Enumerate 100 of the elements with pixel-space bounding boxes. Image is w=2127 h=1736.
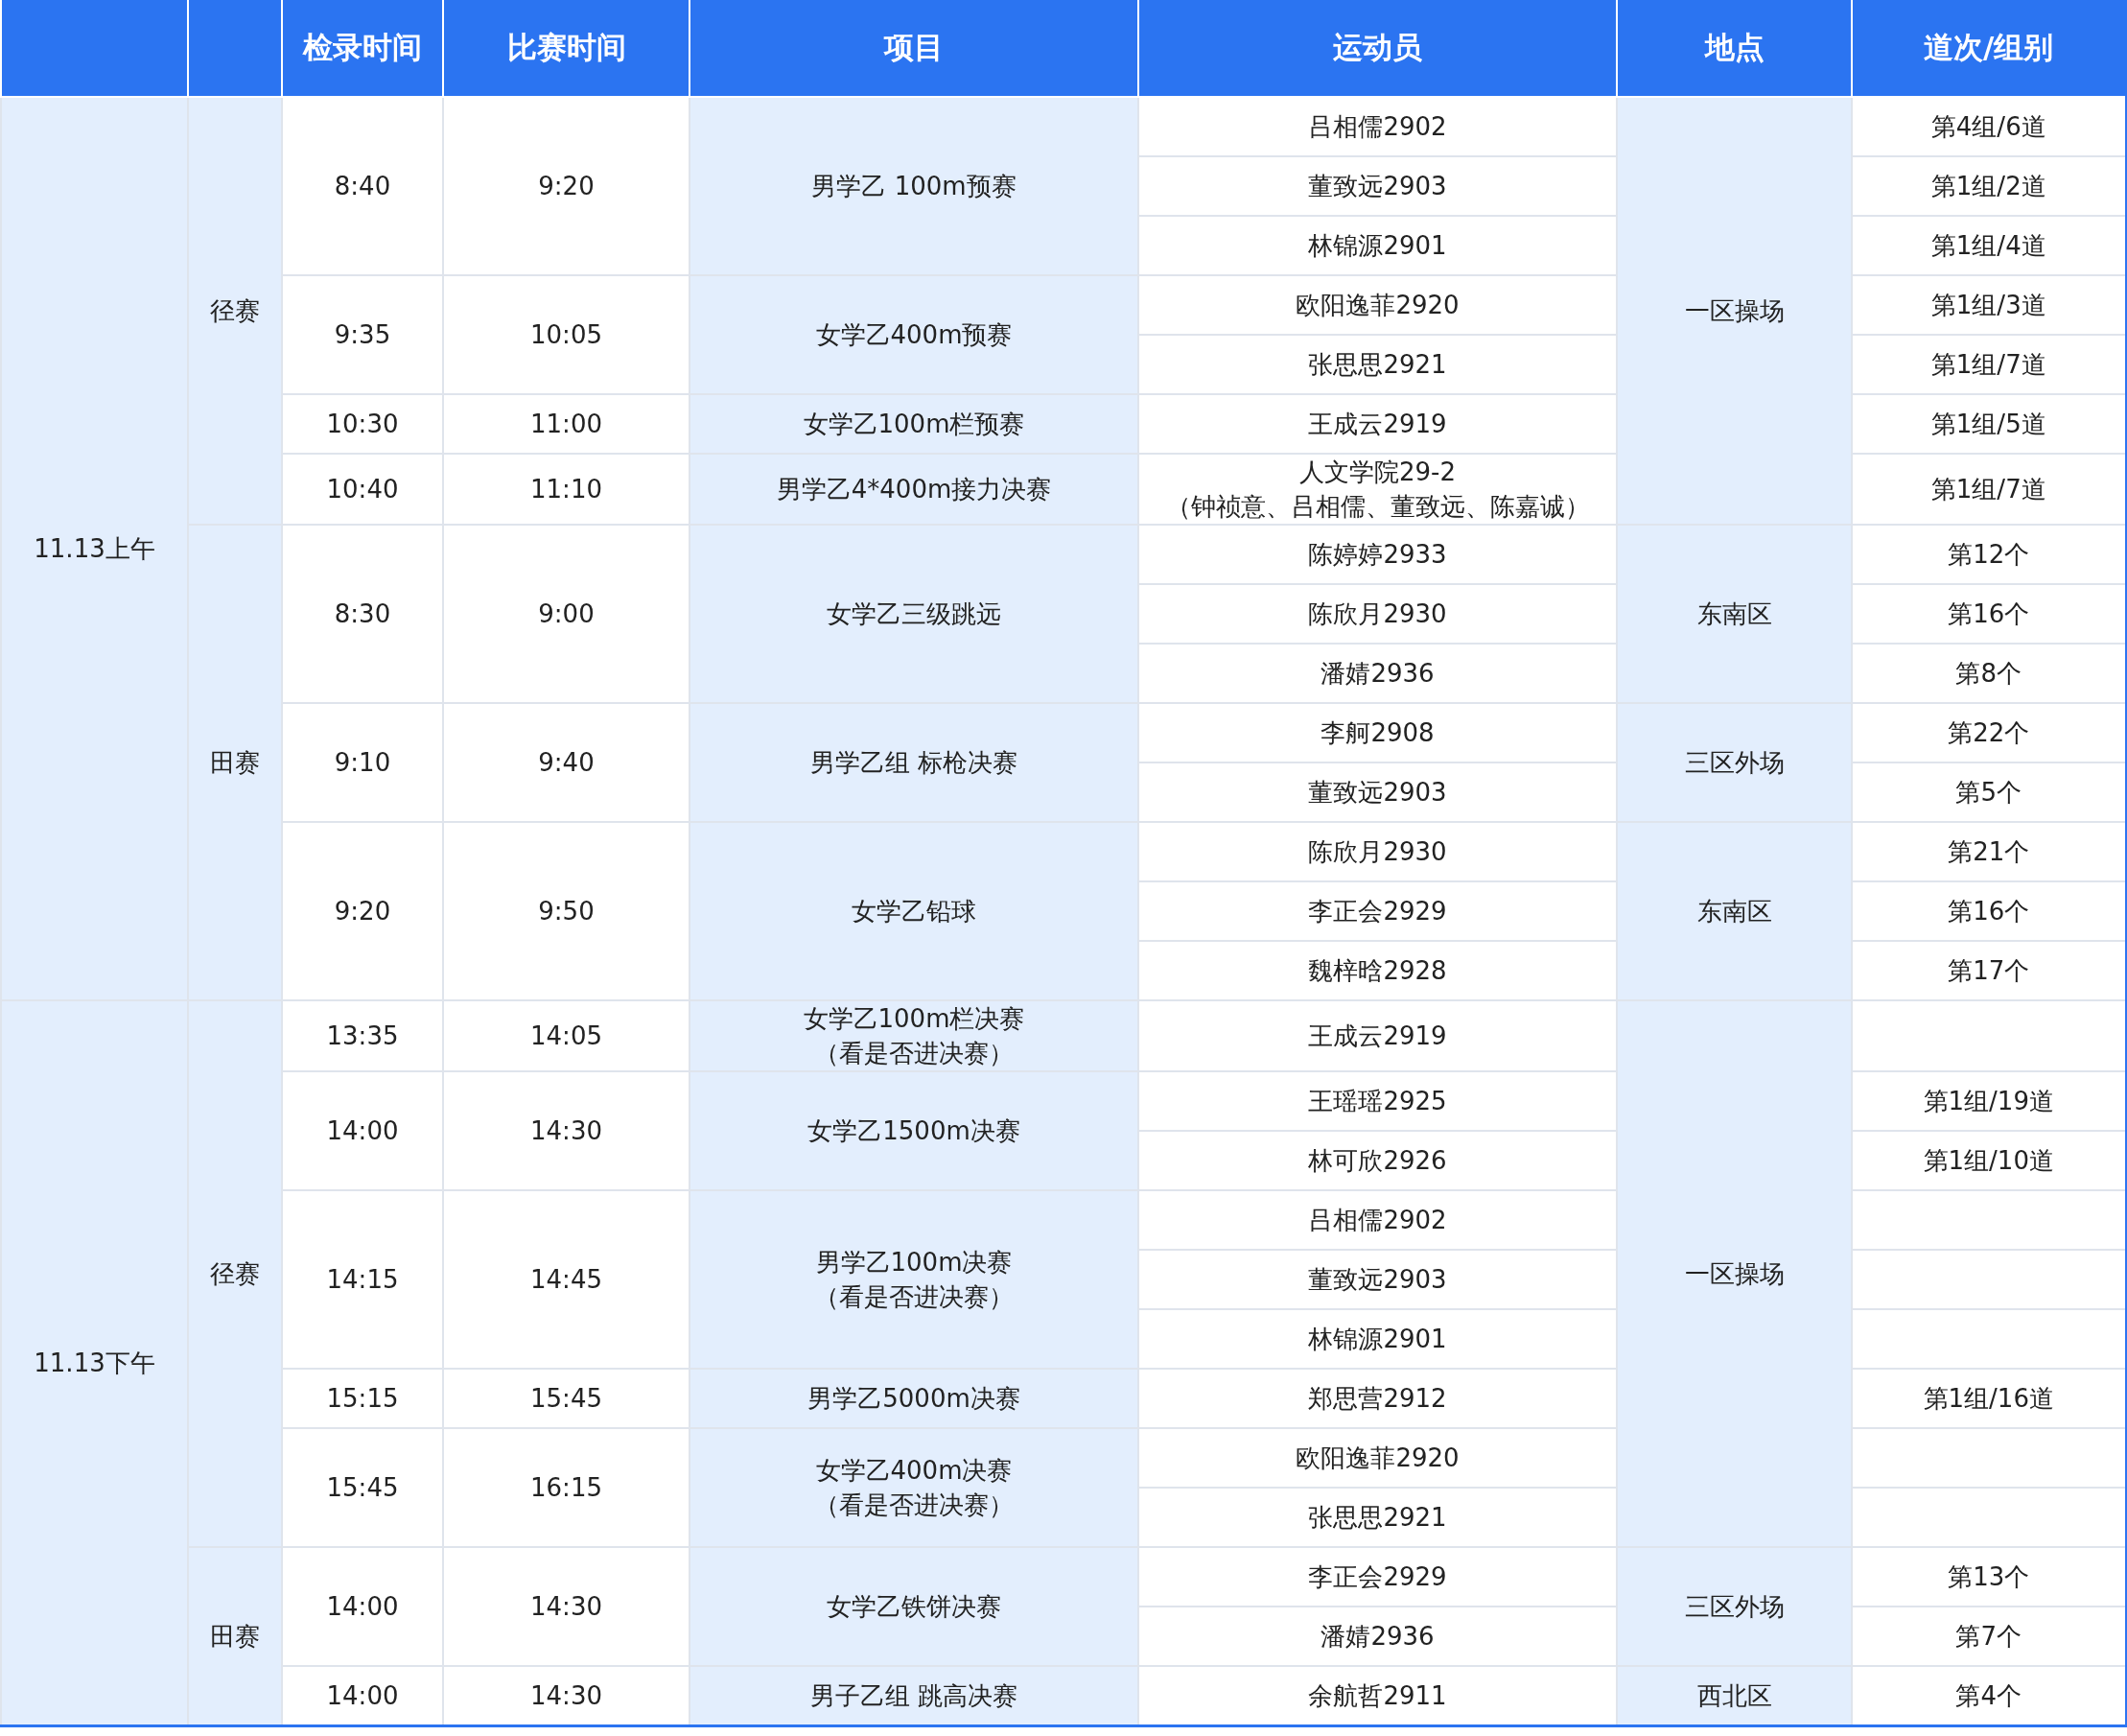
start-time-cell: 16:15 bbox=[443, 1428, 690, 1547]
lane-cell: 第1组/5道 bbox=[1852, 394, 2126, 454]
event-cell: 女学乙100m栏决赛 （看是否进决赛） bbox=[690, 1000, 1138, 1071]
venue-cell: 一区操场 bbox=[1617, 97, 1852, 525]
athlete-cell: 王瑶瑶2925 bbox=[1138, 1071, 1617, 1131]
lane-cell: 第1组/10道 bbox=[1852, 1131, 2126, 1190]
venue-cell: 东南区 bbox=[1617, 525, 1852, 703]
lane-cell: 第17个 bbox=[1852, 941, 2126, 1000]
lane-cell: 第22个 bbox=[1852, 703, 2126, 762]
athlete-cell: 潘婧2936 bbox=[1138, 644, 1617, 703]
event-cell: 男学乙5000m决赛 bbox=[690, 1369, 1138, 1428]
athlete-cell: 欧阳逸菲2920 bbox=[1138, 275, 1617, 335]
category-cell: 田赛 bbox=[188, 525, 282, 1000]
athlete-cell: 魏梓晗2928 bbox=[1138, 941, 1617, 1000]
venue-cell: 一区操场 bbox=[1617, 1000, 1852, 1547]
athlete-cell: 董致远2903 bbox=[1138, 156, 1617, 216]
athlete-cell: 潘婧2936 bbox=[1138, 1607, 1617, 1666]
event-cell: 女学乙100m栏预赛 bbox=[690, 394, 1138, 454]
athlete-cell: 李舸2908 bbox=[1138, 703, 1617, 762]
athlete-cell: 张思思2921 bbox=[1138, 335, 1617, 394]
checkin-time-cell: 13:35 bbox=[282, 1000, 443, 1071]
category-cell: 径赛 bbox=[188, 97, 282, 525]
lane-cell: 第8个 bbox=[1852, 644, 2126, 703]
checkin-time-cell: 15:15 bbox=[282, 1369, 443, 1428]
venue-cell: 三区外场 bbox=[1617, 1547, 1852, 1666]
venue-cell: 西北区 bbox=[1617, 1666, 1852, 1726]
athlete-cell: 王成云2919 bbox=[1138, 394, 1617, 454]
column-header: 道次/组别 bbox=[1852, 0, 2126, 97]
lane-cell: 第1组/3道 bbox=[1852, 275, 2126, 335]
athlete-cell: 郑思营2912 bbox=[1138, 1369, 1617, 1428]
lane-cell: 第12个 bbox=[1852, 525, 2126, 584]
start-time-cell: 9:50 bbox=[443, 822, 690, 1000]
checkin-time-cell: 9:10 bbox=[282, 703, 443, 822]
lane-cell: 第1组/2道 bbox=[1852, 156, 2126, 216]
athlete-cell: 李正会2929 bbox=[1138, 1547, 1617, 1607]
lane-cell: 第1组/16道 bbox=[1852, 1369, 2126, 1428]
event-cell: 女学乙400m预赛 bbox=[690, 275, 1138, 394]
event-cell: 男学乙 100m预赛 bbox=[690, 97, 1138, 275]
start-time-cell: 14:05 bbox=[443, 1000, 690, 1071]
athlete-cell: 董致远2903 bbox=[1138, 1250, 1617, 1309]
lane-cell: 第4组/6道 bbox=[1852, 97, 2126, 156]
event-cell: 男子乙组 跳高决赛 bbox=[690, 1666, 1138, 1726]
event-cell: 女学乙铅球 bbox=[690, 822, 1138, 1000]
checkin-time-cell: 8:30 bbox=[282, 525, 443, 703]
start-time-cell: 14:30 bbox=[443, 1071, 690, 1190]
athlete-cell: 余航哲2911 bbox=[1138, 1666, 1617, 1726]
start-time-cell: 9:40 bbox=[443, 703, 690, 822]
event-cell: 男学乙4*400m接力决赛 bbox=[690, 454, 1138, 525]
lane-cell: 第1组/4道 bbox=[1852, 216, 2126, 275]
lane-cell: 第1组/19道 bbox=[1852, 1071, 2126, 1131]
column-header: 项目 bbox=[690, 0, 1138, 97]
checkin-time-cell: 14:00 bbox=[282, 1547, 443, 1666]
lane-cell: 第1组/7道 bbox=[1852, 454, 2126, 525]
column-header: 检录时间 bbox=[282, 0, 443, 97]
start-time-cell: 15:45 bbox=[443, 1369, 690, 1428]
event-cell: 男学乙组 标枪决赛 bbox=[690, 703, 1138, 822]
athlete-cell: 李正会2929 bbox=[1138, 881, 1617, 941]
athlete-cell: 王成云2919 bbox=[1138, 1000, 1617, 1071]
start-time-cell: 9:20 bbox=[443, 97, 690, 275]
start-time-cell: 14:30 bbox=[443, 1547, 690, 1666]
athlete-cell: 人文学院29-2 （钟祯意、吕相儒、董致远、陈嘉诚） bbox=[1138, 454, 1617, 525]
lane-cell: 第21个 bbox=[1852, 822, 2126, 881]
session-cell: 11.13下午 bbox=[1, 1000, 188, 1726]
athlete-cell: 欧阳逸菲2920 bbox=[1138, 1428, 1617, 1488]
start-time-cell: 10:05 bbox=[443, 275, 690, 394]
lane-cell: 第4个 bbox=[1852, 1666, 2126, 1726]
checkin-time-cell: 9:35 bbox=[282, 275, 443, 394]
checkin-time-cell: 14:15 bbox=[282, 1190, 443, 1369]
category-cell: 田赛 bbox=[188, 1547, 282, 1726]
athlete-cell: 林锦源2901 bbox=[1138, 216, 1617, 275]
checkin-time-cell: 14:00 bbox=[282, 1666, 443, 1726]
checkin-time-cell: 14:00 bbox=[282, 1071, 443, 1190]
lane-cell: 第16个 bbox=[1852, 881, 2126, 941]
lane-cell: 第5个 bbox=[1852, 762, 2126, 822]
category-cell: 径赛 bbox=[188, 1000, 282, 1547]
checkin-time-cell: 9:20 bbox=[282, 822, 443, 1000]
event-cell: 女学乙1500m决赛 bbox=[690, 1071, 1138, 1190]
athlete-cell: 张思思2921 bbox=[1138, 1488, 1617, 1547]
lane-cell: 第7个 bbox=[1852, 1607, 2126, 1666]
column-header: 地点 bbox=[1617, 0, 1852, 97]
checkin-time-cell: 10:40 bbox=[282, 454, 443, 525]
lane-cell: 第13个 bbox=[1852, 1547, 2126, 1607]
checkin-time-cell: 8:40 bbox=[282, 97, 443, 275]
athlete-cell: 陈欣月2930 bbox=[1138, 584, 1617, 644]
event-cell: 女学乙铁饼决赛 bbox=[690, 1547, 1138, 1666]
start-time-cell: 14:30 bbox=[443, 1666, 690, 1726]
checkin-time-cell: 10:30 bbox=[282, 394, 443, 454]
event-cell: 男学乙100m决赛 （看是否进决赛） bbox=[690, 1190, 1138, 1369]
session-cell: 11.13上午 bbox=[1, 97, 188, 1000]
start-time-cell: 11:00 bbox=[443, 394, 690, 454]
venue-cell: 东南区 bbox=[1617, 822, 1852, 1000]
column-header: 运动员 bbox=[1138, 0, 1617, 97]
start-time-cell: 11:10 bbox=[443, 454, 690, 525]
start-time-cell: 14:45 bbox=[443, 1190, 690, 1369]
lane-cell: 第1组/7道 bbox=[1852, 335, 2126, 394]
start-time-cell: 9:00 bbox=[443, 525, 690, 703]
column-header: 比赛时间 bbox=[443, 0, 690, 97]
athlete-cell: 陈欣月2930 bbox=[1138, 822, 1617, 881]
athlete-cell: 董致远2903 bbox=[1138, 762, 1617, 822]
event-cell: 女学乙400m决赛 （看是否进决赛） bbox=[690, 1428, 1138, 1547]
